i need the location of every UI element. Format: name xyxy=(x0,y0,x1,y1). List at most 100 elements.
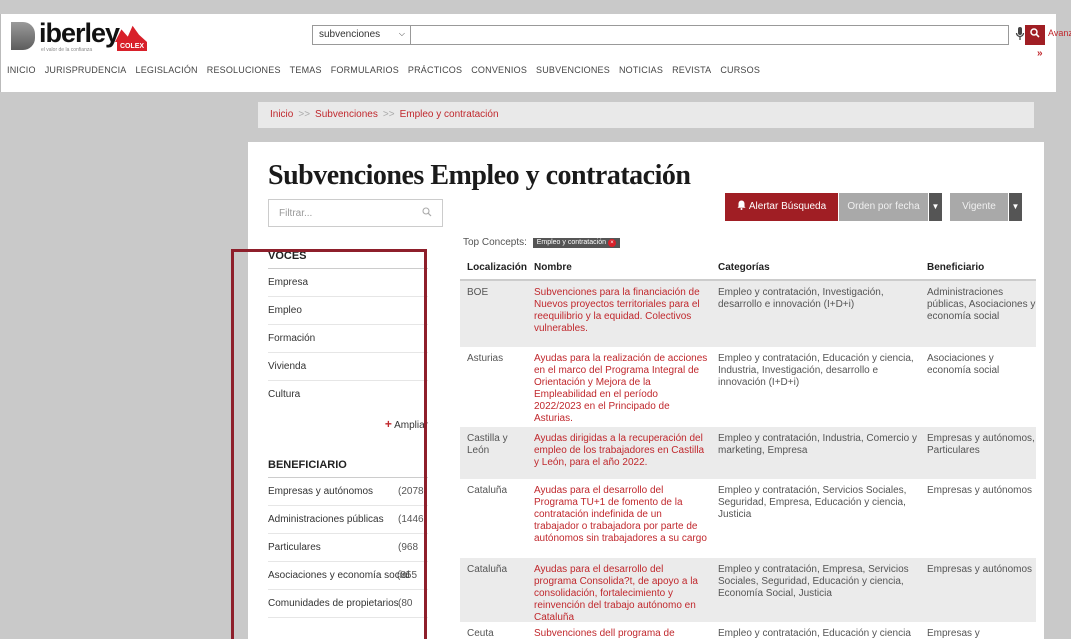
facet-item[interactable]: Empresas y autónomos (2078 xyxy=(268,478,428,506)
nav-item-convenios[interactable]: CONVENIOS xyxy=(471,65,527,75)
cell-categorias: Empleo y contratación, Educación y cienc… xyxy=(718,628,911,639)
nav-item-resoluciones[interactable]: RESOLUCIONES xyxy=(207,65,281,75)
facet-item-label: Asociaciones y economía social xyxy=(268,570,410,581)
ampliar-link[interactable]: + Ampliar xyxy=(268,409,428,459)
vigente-dropdown-toggle[interactable]: ▼ xyxy=(1009,193,1022,221)
facet-item[interactable]: Vivienda xyxy=(268,353,428,381)
cell-beneficiario: Empresas y autónomos, Particulares xyxy=(927,433,1035,456)
facet-item[interactable]: Particulares (968 xyxy=(268,534,428,562)
facet-item-count: (968 xyxy=(398,542,419,553)
facet-item[interactable]: Cultura xyxy=(268,381,428,409)
table-row[interactable]: Asturias Ayudas para la realización de a… xyxy=(460,347,1036,427)
facet-item[interactable]: Formación xyxy=(268,325,428,353)
facet-item-count: (855 xyxy=(397,570,418,581)
remove-icon[interactable]: × xyxy=(607,239,616,247)
results-table: Localización Nombre Categorías Beneficia… xyxy=(460,255,1036,639)
facet-item[interactable]: Administraciones públicas (1446 xyxy=(268,506,428,534)
logo-text: iberley xyxy=(39,18,120,48)
cell-categorias: Empleo y contratación, Investigación, de… xyxy=(718,287,884,310)
facet-item-count: (80 xyxy=(398,598,413,609)
nav-item-subvenciones[interactable]: SUBVENCIONES xyxy=(536,65,610,75)
bell-icon xyxy=(737,200,746,210)
cell-nombre-link[interactable]: Ayudas para la realización de acciones e… xyxy=(526,353,712,424)
alert-search-label: Alertar Búsqueda xyxy=(748,201,827,212)
search-scope-select[interactable]: subvenciones ⌵ xyxy=(312,25,411,45)
cell-localizacion: Asturias xyxy=(467,353,504,364)
order-dropdown-toggle[interactable]: ▼ xyxy=(929,193,942,221)
iberley-logo[interactable]: iberley el valor de la confianza COLEX xyxy=(11,18,151,54)
alert-search-button[interactable]: Alertar Búsqueda xyxy=(725,193,838,221)
vigente-button[interactable]: Vigente xyxy=(950,193,1008,221)
breadcrumb-subvenciones[interactable]: Subvenciones xyxy=(315,109,378,120)
cell-categorias: Empleo y contratación, Industria, Comerc… xyxy=(718,433,917,456)
column-header[interactable]: Localización xyxy=(460,255,527,279)
column-header[interactable]: Beneficiario xyxy=(921,255,1036,279)
page-frame: iberley el valor de la confianza COLEX s… xyxy=(0,0,1071,639)
nav-item-cursos[interactable]: CURSOS xyxy=(720,65,760,75)
breadcrumb-separator: >> xyxy=(298,109,311,120)
colex-mark-icon xyxy=(115,25,147,42)
facets-sidebar: VOCES Empresa Empleo Formación Vivienda … xyxy=(268,250,428,618)
cell-nombre-link[interactable]: Subvenciones dell programa de Escuelas xyxy=(526,628,712,639)
top-concept-chip-label: Empleo y contratación xyxy=(536,239,606,246)
nav-item-temas[interactable]: TEMAS xyxy=(290,65,322,75)
cell-localizacion: Castilla y León xyxy=(467,433,508,456)
cell-localizacion: Cataluña xyxy=(467,485,508,496)
cell-beneficiario: Empresas y autónomos xyxy=(927,564,1033,575)
nav-item-formularios[interactable]: FORMULARIOS xyxy=(331,65,399,75)
cell-localizacion: BOE xyxy=(467,287,489,298)
search-scope-value: subvenciones xyxy=(319,29,381,40)
nav-item-jurisprudencia[interactable]: JURISPRUDENCIA xyxy=(45,65,127,75)
caret-down-icon: ▼ xyxy=(1011,202,1020,211)
nav-item-noticias[interactable]: NOTICIAS xyxy=(619,65,663,75)
nav-item-revista[interactable]: REVISTA xyxy=(672,65,711,75)
search-input[interactable] xyxy=(411,25,1009,45)
nav-item-practicos[interactable]: PRÁCTICOS xyxy=(408,65,462,75)
nav-item-inicio[interactable]: INICIO xyxy=(7,65,36,75)
plus-icon: + xyxy=(384,417,392,431)
top-concepts-label: Top Concepts: xyxy=(463,237,527,248)
facet-item-label: Empresas y autónomos xyxy=(268,486,374,497)
facet-item-label: Particulares xyxy=(268,542,321,553)
chevron-down-icon: ⌵ xyxy=(398,29,405,38)
search-icon xyxy=(1030,28,1040,38)
site-header: iberley el valor de la confianza COLEX s… xyxy=(0,14,1071,92)
cell-nombre-link[interactable]: Ayudas para el desarrollo del Programa T… xyxy=(526,485,712,554)
cell-nombre-link[interactable]: Subvenciones para la financiación de Nue… xyxy=(526,287,712,343)
facet-item[interactable]: Empleo xyxy=(268,297,428,325)
caret-down-icon: ▼ xyxy=(931,202,940,211)
cell-categorias: Empleo y contratación, Educación y cienc… xyxy=(718,353,914,388)
facet-item[interactable]: Comunidades de propietarios (80 xyxy=(268,590,428,618)
facet-title-beneficiario: BENEFICIARIO xyxy=(268,459,428,478)
cell-localizacion: Cataluña xyxy=(467,564,508,575)
cell-nombre-link[interactable]: Ayudas dirigidas a la recuperación del e… xyxy=(526,433,712,475)
filter-input[interactable]: Filtrar... xyxy=(268,199,443,227)
cell-categorias: Empleo y contratación, Servicios Sociale… xyxy=(718,485,907,520)
cell-nombre-link[interactable]: Ayudas para el desarrollo del programa C… xyxy=(526,564,712,623)
table-row[interactable]: Cataluña Ayudas para el desarrollo del p… xyxy=(460,558,1036,623)
more-options-link[interactable]: » xyxy=(1037,48,1043,59)
cell-localizacion: Ceuta xyxy=(467,628,494,639)
facet-item-label: Administraciones públicas xyxy=(268,514,384,525)
table-row[interactable]: BOE Subvenciones para la financiación de… xyxy=(460,281,1036,347)
table-row[interactable]: Castilla y León Ayudas dirigidas a la re… xyxy=(460,427,1036,479)
top-concepts: Top Concepts: Empleo y contratación × xyxy=(463,237,620,248)
breadcrumb-inicio[interactable]: Inicio xyxy=(270,109,293,120)
facet-item[interactable]: Empresa xyxy=(268,269,428,297)
nav-item-legislacion[interactable]: LEGISLACIÓN xyxy=(136,65,198,75)
search-button[interactable] xyxy=(1025,25,1045,45)
top-concept-chip[interactable]: Empleo y contratación × xyxy=(532,238,620,248)
facet-item[interactable]: Asociaciones y economía social (855 xyxy=(268,562,428,590)
order-by-date-button[interactable]: Orden por fecha xyxy=(838,193,928,221)
advanced-search-link[interactable]: Avanzado xyxy=(1048,28,1071,38)
column-header[interactable]: Nombre xyxy=(526,255,712,279)
breadcrumb-current[interactable]: Empleo y contratación xyxy=(400,109,499,120)
main-nav: INICIO JURISPRUDENCIA LEGISLACIÓN RESOLU… xyxy=(7,65,769,75)
microphone-icon[interactable] xyxy=(1015,26,1025,44)
ampliar-label: Ampliar xyxy=(394,420,428,431)
column-header[interactable]: Categorías xyxy=(712,255,921,279)
table-row[interactable]: Cataluña Ayudas para el desarrollo del P… xyxy=(460,479,1036,558)
page-title: Subvenciones Empleo y contratación xyxy=(268,160,691,191)
table-row[interactable]: Ceuta Subvenciones dell programa de Escu… xyxy=(460,622,1036,639)
facet-title-voces: VOCES xyxy=(268,250,428,269)
